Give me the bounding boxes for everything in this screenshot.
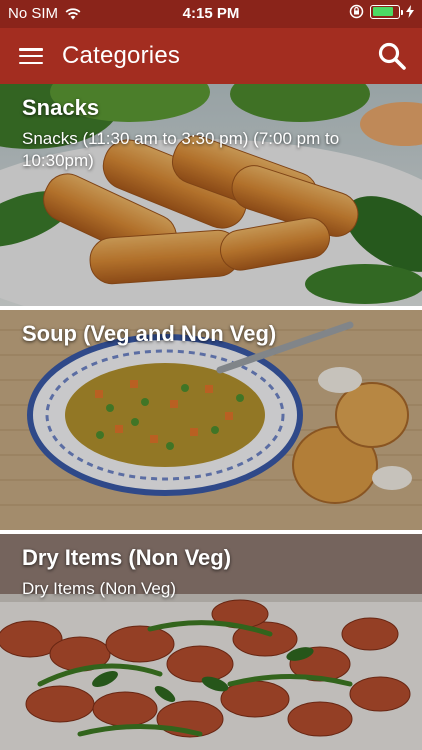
category-subtitle: Dry Items (Non Veg) <box>22 579 176 598</box>
page-title: Categories <box>62 42 181 69</box>
hamburger-menu-icon <box>19 48 43 64</box>
category-card-snacks[interactable]: Snacks Snacks (11:30 am to 3:30 pm) (7:0… <box>0 84 422 306</box>
menu-button[interactable] <box>0 28 62 84</box>
card-text: Dry Items (Non Veg) Dry Items (Non Veg) <box>22 544 408 600</box>
search-icon <box>378 42 406 70</box>
category-title: Soup (Veg and Non Veg) <box>22 321 277 346</box>
app-bar: Categories <box>0 28 422 84</box>
battery-icon <box>370 4 403 19</box>
battery-level <box>372 7 393 16</box>
card-text: Soup (Veg and Non Veg) <box>22 320 408 348</box>
status-right <box>349 4 414 19</box>
status-bar: No SIM 4:15 PM <box>0 0 422 28</box>
card-text: Snacks Snacks (11:30 am to 3:30 pm) (7:0… <box>22 94 408 172</box>
category-list: Snacks Snacks (11:30 am to 3:30 pm) (7:0… <box>0 84 422 750</box>
orientation-lock-icon <box>349 4 364 19</box>
category-subtitle: Snacks (11:30 am to 3:30 pm) (7:00 pm to… <box>22 129 340 170</box>
category-card-soup[interactable]: Soup (Veg and Non Veg) <box>0 310 422 530</box>
category-title: Dry Items (Non Veg) <box>22 545 232 570</box>
category-card-dry-items[interactable]: Dry Items (Non Veg) Dry Items (Non Veg) <box>0 534 422 750</box>
charging-icon <box>406 5 414 18</box>
category-title: Snacks <box>22 95 100 120</box>
search-button[interactable] <box>372 36 412 76</box>
